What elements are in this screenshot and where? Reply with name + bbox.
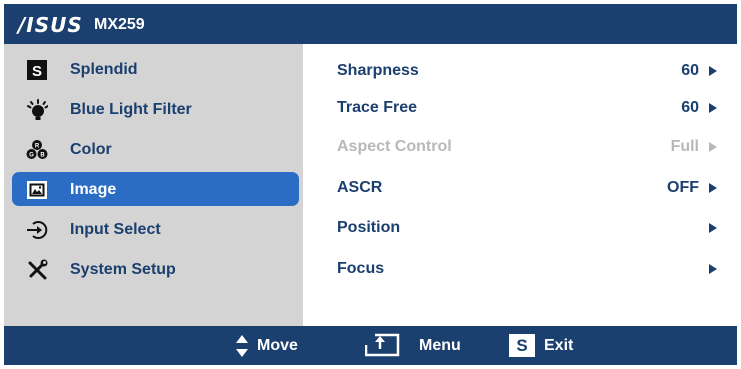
sidebar-item-system-setup[interactable]: System Setup	[12, 252, 299, 286]
arrow-right-icon	[709, 264, 717, 274]
osd-window: /ISUS MX259 S Splendid Blue Light Filter…	[4, 4, 737, 365]
osd-header: /ISUS MX259	[4, 4, 737, 44]
sidebar-item-splendid[interactable]: S Splendid	[12, 52, 299, 86]
sidebar-item-label: Blue Light Filter	[70, 101, 192, 118]
setting-value: 60	[681, 62, 699, 79]
move-label: Move	[257, 337, 298, 354]
sidebar-item-label: Input Select	[70, 221, 161, 238]
osd-footer: Move Menu S Exit	[4, 326, 737, 365]
color-rgb-icon: R G B	[26, 140, 48, 159]
model-name: MX259	[94, 16, 145, 33]
setting-value: 60	[681, 99, 699, 116]
sidebar-item-label: Color	[70, 141, 112, 158]
sidebar-item-label: Splendid	[70, 61, 138, 78]
footer-menu-hint: Menu	[365, 326, 470, 365]
sidebar-item-blue-light-filter[interactable]: Blue Light Filter	[12, 92, 299, 126]
arrow-right-icon	[709, 142, 717, 152]
svg-text:G: G	[29, 153, 34, 159]
menu-label: Menu	[419, 337, 461, 354]
svg-text:R: R	[35, 144, 40, 150]
footer-exit-hint: S Exit	[509, 326, 589, 365]
exit-label: Exit	[544, 337, 574, 354]
setting-position[interactable]: Position	[303, 210, 737, 246]
splendid-s-icon: S	[27, 60, 47, 80]
blue-light-filter-icon	[27, 99, 48, 120]
setting-aspect-control: Aspect Control Full	[303, 129, 737, 165]
setting-ascr[interactable]: ASCR OFF	[303, 170, 737, 206]
sidebar-item-input-select[interactable]: Input Select	[12, 212, 299, 246]
arrow-right-icon	[709, 103, 717, 113]
setting-sharpness[interactable]: Sharpness 60	[303, 53, 737, 89]
setting-value: Full	[670, 138, 699, 155]
svg-text:B: B	[40, 153, 45, 159]
enter-menu-icon	[365, 333, 400, 357]
sidebar-item-label: Image	[70, 181, 117, 198]
sidebar-item-image[interactable]: Image	[12, 172, 299, 206]
settings-panel: Sharpness 60 Trace Free 60 Aspect Contro…	[303, 44, 737, 326]
image-icon	[27, 181, 47, 199]
footer-move-hint: Move	[235, 326, 315, 365]
input-select-icon	[27, 221, 48, 239]
setting-label: Trace Free	[337, 99, 418, 116]
brand-logo: /ISUS	[18, 13, 83, 37]
system-setup-tools-icon	[28, 259, 48, 280]
setting-label: Aspect Control	[337, 138, 452, 155]
arrow-right-icon	[709, 223, 717, 233]
setting-label: Sharpness	[337, 62, 419, 79]
setting-label: ASCR	[337, 179, 383, 196]
sidebar: S Splendid Blue Light Filter R G B Color…	[4, 44, 303, 326]
setting-value: OFF	[667, 179, 699, 196]
setting-trace-free[interactable]: Trace Free 60	[303, 90, 737, 126]
sidebar-item-label: System Setup	[70, 261, 176, 278]
sidebar-item-color[interactable]: R G B Color	[12, 132, 299, 166]
setting-label: Position	[337, 219, 401, 236]
setting-focus[interactable]: Focus	[303, 251, 737, 287]
svg-text:S: S	[32, 63, 42, 80]
exit-key-icon: S	[509, 334, 535, 357]
setting-label: Focus	[337, 260, 385, 277]
up-down-arrows-icon	[236, 335, 248, 357]
arrow-right-icon	[709, 66, 717, 76]
arrow-right-icon	[709, 183, 717, 193]
